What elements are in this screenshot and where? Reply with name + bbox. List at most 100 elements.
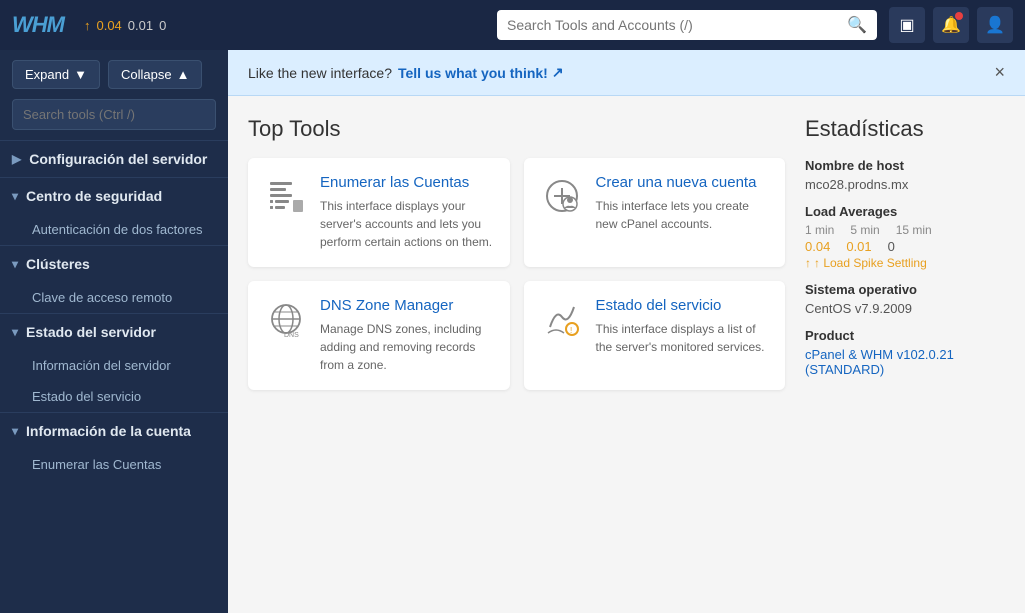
content-area: Like the new interface? Tell us what you…: [228, 50, 1025, 613]
notification-dot: [955, 12, 963, 20]
main-layout: Expand ▼ Collapse ▲ ▶ Configuración del …: [0, 50, 1025, 613]
load-header-5min: 5 min: [850, 223, 879, 237]
product-label: Product: [805, 328, 1005, 343]
sidebar-section-security: ▾ Centro de seguridad Autenticación de d…: [0, 177, 228, 245]
tools-section: Top Tools: [248, 116, 785, 390]
chevron-icon-account-info: ▾: [12, 424, 18, 438]
product-link[interactable]: cPanel & WHM v102.0.21 (STANDARD): [805, 347, 954, 377]
sidebar-section-title-account-info: Información de la cuenta: [26, 423, 191, 439]
sidebar-section-server-status: ▾ Estado del servidor Información del se…: [0, 313, 228, 412]
load-val-3: 0: [159, 18, 166, 33]
content-inner: Top Tools: [228, 96, 1025, 410]
sidebar-btn-row: Expand ▼ Collapse ▲: [0, 50, 228, 99]
tool-info-dns: DNS Zone Manager Manage DNS zones, inclu…: [320, 297, 494, 374]
sidebar-section-account-info: ▾ Información de la cuenta Enumerar las …: [0, 412, 228, 480]
chevron-icon-config: ▶: [12, 152, 21, 166]
os-value: CentOS v7.9.2009: [805, 301, 1005, 316]
sidebar-section-config: ▶ Configuración del servidor: [0, 140, 228, 177]
tool-desc-dns: Manage DNS zones, including adding and r…: [320, 320, 494, 374]
collapse-button[interactable]: Collapse ▲: [108, 60, 202, 89]
load-header-15min: 15 min: [896, 223, 932, 237]
tool-info-service-status: Estado del servicio This interface displ…: [596, 297, 770, 356]
sidebar-section-header-clusters[interactable]: ▾ Clústeres: [0, 246, 228, 282]
feedback-banner: Like the new interface? Tell us what you…: [228, 50, 1025, 96]
sidebar-section-header-server-status[interactable]: ▾ Estado del servidor: [0, 314, 228, 350]
global-search-button[interactable]: 🔍: [847, 15, 867, 35]
collapse-label: Collapse: [121, 67, 172, 82]
os-label: Sistema operativo: [805, 282, 1005, 297]
chevron-icon-server-status: ▾: [12, 325, 18, 339]
tool-card-create-account[interactable]: Crear una nueva cuenta This interface le…: [524, 158, 786, 267]
sidebar-section-clusters: ▾ Clústeres Clave de acceso remoto: [0, 245, 228, 313]
sidebar-item-server-info[interactable]: Información del servidor: [0, 350, 228, 381]
tool-icon-enumerate: [264, 174, 308, 218]
tool-title-service-status[interactable]: Estado del servicio: [596, 297, 770, 314]
sidebar-section-title-server-status: Estado del servidor: [26, 324, 156, 340]
load-val-1: 0.04: [96, 18, 121, 33]
load-val-15min: 0: [888, 239, 895, 254]
sidebar-section-header-security[interactable]: ▾ Centro de seguridad: [0, 178, 228, 214]
top-bar: WHM ↑ 0.04 0.01 0 🔍 ▣ 🔔 👤: [0, 0, 1025, 50]
tool-info-enumerate: Enumerar las Cuentas This interface disp…: [320, 174, 494, 251]
tool-icon-dns: DNS: [264, 297, 308, 341]
global-search-bar[interactable]: 🔍: [497, 10, 877, 40]
tool-icon-create-account: [540, 174, 584, 218]
sidebar-section-header-config[interactable]: ▶ Configuración del servidor: [0, 141, 228, 177]
top-icon-group: ▣ 🔔 👤: [889, 7, 1013, 43]
load-spike-label: ↑ Load Spike Settling: [814, 256, 927, 270]
chevron-icon-security: ▾: [12, 189, 18, 203]
hostname-value: mco28.prodns.mx: [805, 177, 1005, 192]
load-header-row: 1 min 5 min 15 min: [805, 223, 1005, 237]
external-link-icon: ↗: [552, 64, 564, 81]
sidebar-section-title-config: Configuración del servidor: [29, 151, 207, 167]
tool-info-create-account: Crear una nueva cuenta This interface le…: [596, 174, 770, 233]
load-avg-label: Load Averages: [805, 204, 1005, 219]
tool-title-enumerate[interactable]: Enumerar las Cuentas: [320, 174, 494, 191]
stats-section: Estadísticas Nombre de host mco28.prodns…: [805, 116, 1005, 390]
sidebar-search-input[interactable]: [12, 99, 216, 130]
tool-card-service-status[interactable]: ! Estado del servicio This interface dis…: [524, 281, 786, 390]
load-averages-topbar: ↑ 0.04 0.01 0: [84, 18, 166, 33]
user-icon: 👤: [985, 15, 1005, 35]
expand-arrow-icon: ▼: [74, 67, 87, 82]
tool-desc-create-account: This interface lets you create new cPane…: [596, 197, 770, 233]
tool-desc-service-status: This interface displays a list of the se…: [596, 320, 770, 356]
tool-card-dns[interactable]: DNS DNS Zone Manager Manage DNS zones, i…: [248, 281, 510, 390]
sidebar-item-enumerate-accounts[interactable]: Enumerar las Cuentas: [0, 449, 228, 480]
product-value: cPanel & WHM v102.0.21 (STANDARD): [805, 347, 1005, 377]
chevron-icon-clusters: ▾: [12, 257, 18, 271]
notifications-button[interactable]: 🔔: [933, 7, 969, 43]
sidebar-item-2fa[interactable]: Autenticación de dos factores: [0, 214, 228, 245]
tool-title-dns[interactable]: DNS Zone Manager: [320, 297, 494, 314]
global-search-input[interactable]: [507, 17, 839, 33]
load-header-1min: 1 min: [805, 223, 834, 237]
expand-button[interactable]: Expand ▼: [12, 60, 100, 89]
sidebar-item-service-status[interactable]: Estado del servicio: [0, 381, 228, 412]
banner-text: Like the new interface?: [248, 65, 392, 81]
load-val-2: 0.01: [128, 18, 153, 33]
banner-close-button[interactable]: ×: [994, 62, 1005, 83]
load-values-row: 0.04 0.01 0: [805, 239, 1005, 254]
banner-link[interactable]: Tell us what you think! ↗: [398, 64, 564, 81]
load-spike-text: ↑ ↑ Load Spike Settling: [805, 256, 1005, 270]
collapse-arrow-icon: ▲: [177, 67, 190, 82]
whm-logo: WHM: [12, 12, 64, 38]
tool-icon-service-status: !: [540, 297, 584, 341]
sidebar-section-title-clusters: Clústeres: [26, 256, 90, 272]
tool-title-create-account[interactable]: Crear una nueva cuenta: [596, 174, 770, 191]
banner-link-text: Tell us what you think!: [398, 65, 548, 81]
tool-card-enumerate[interactable]: Enumerar las Cuentas This interface disp…: [248, 158, 510, 267]
sidebar-item-remote-access[interactable]: Clave de acceso remoto: [0, 282, 228, 313]
load-val-5min: 0.01: [846, 239, 871, 254]
svg-text:DNS: DNS: [284, 332, 299, 339]
tool-desc-enumerate: This interface displays your server's ac…: [320, 197, 494, 251]
load-spike-arrow-icon: ↑: [805, 256, 811, 270]
load-val-1min: 0.04: [805, 239, 830, 254]
tools-grid: Enumerar las Cuentas This interface disp…: [248, 158, 785, 390]
sidebar-section-header-account-info[interactable]: ▾ Información de la cuenta: [0, 413, 228, 449]
load-arrow-icon: ↑: [84, 18, 91, 33]
expand-label: Expand: [25, 67, 69, 82]
user-button[interactable]: 👤: [977, 7, 1013, 43]
monitor-button[interactable]: ▣: [889, 7, 925, 43]
tools-title: Top Tools: [248, 116, 785, 142]
